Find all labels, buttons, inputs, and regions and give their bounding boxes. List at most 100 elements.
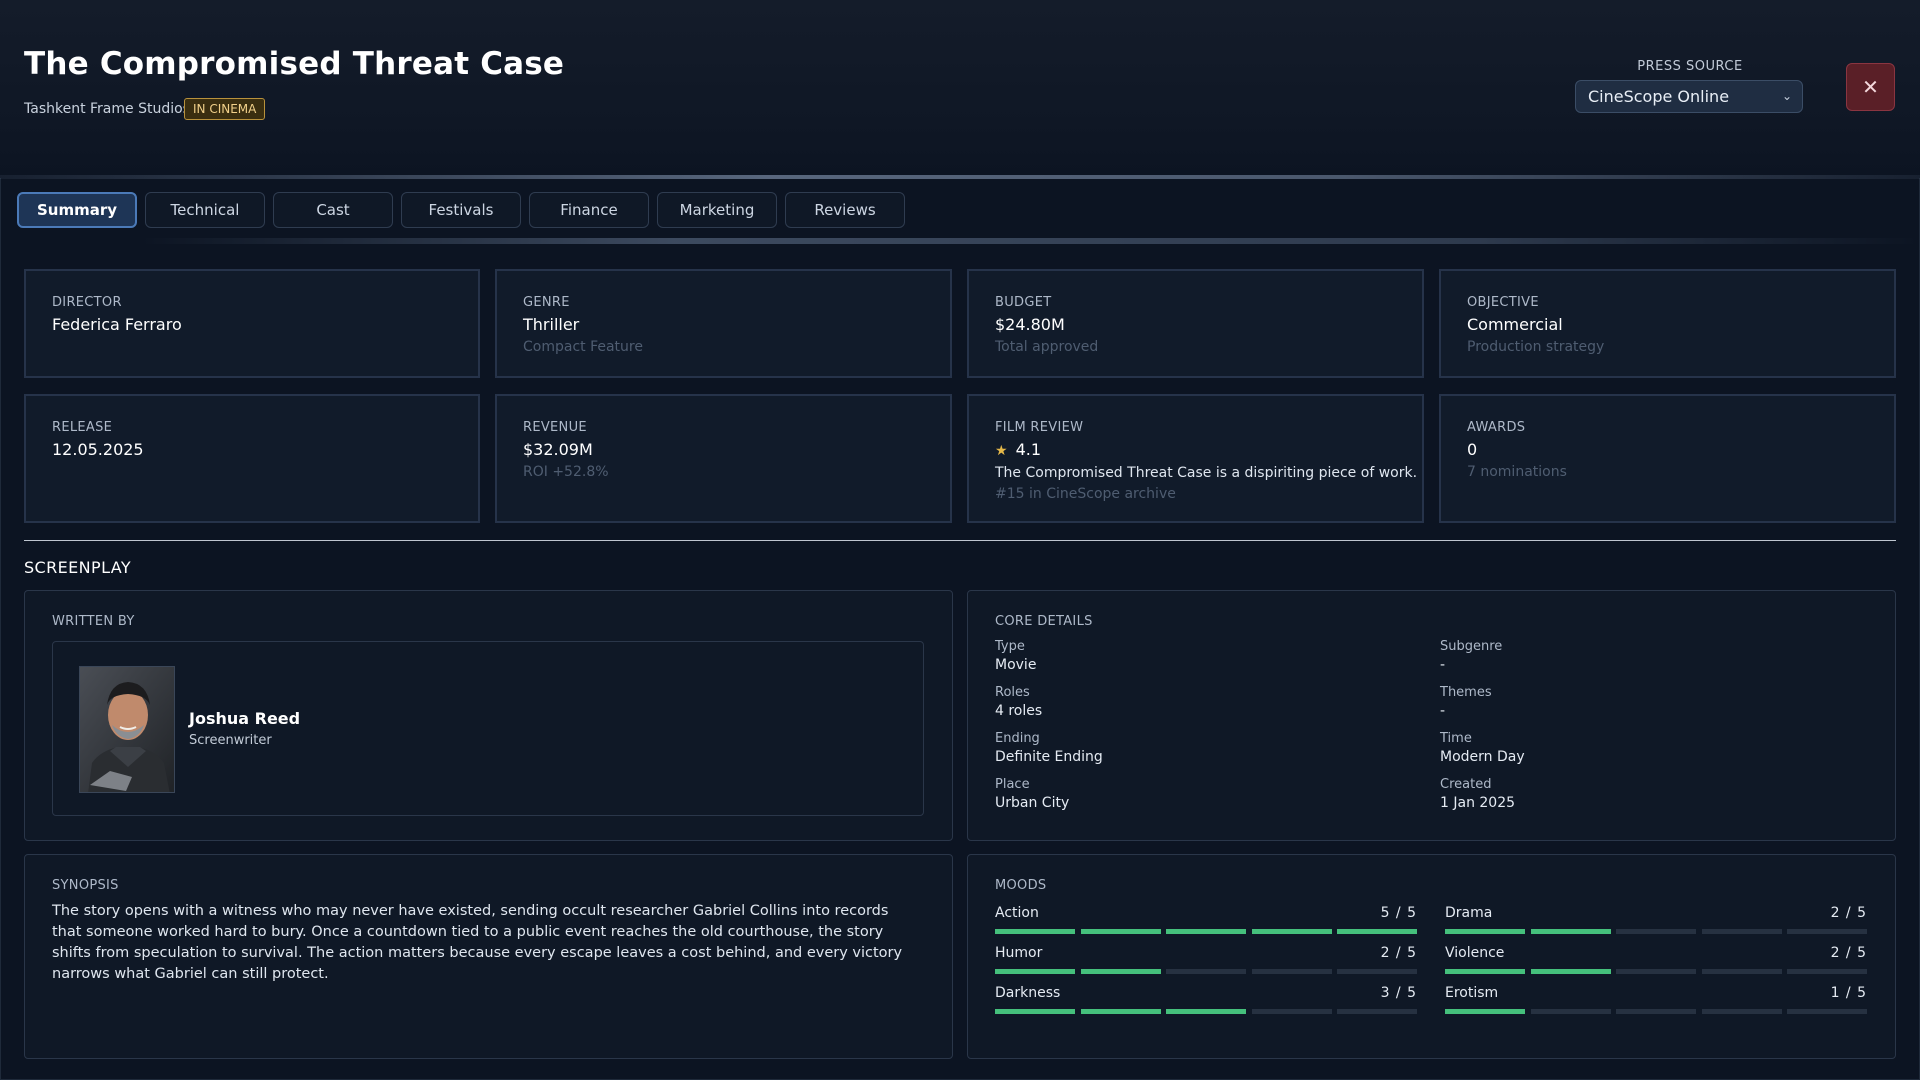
objective-card: OBJECTIVE Commercial Production strategy: [1439, 269, 1896, 378]
detail-value: Definite Ending: [995, 749, 1103, 765]
tabs-divider: [140, 238, 1920, 244]
detail-key: Time: [1440, 731, 1472, 746]
tab-cast[interactable]: Cast: [273, 192, 393, 228]
tab-reviews[interactable]: Reviews: [785, 192, 905, 228]
mood-segment-filled: [1337, 929, 1417, 934]
mood-bar: [1445, 929, 1867, 934]
moods-label: MOODS: [995, 878, 1047, 893]
detail-place: Place Urban City: [995, 777, 1069, 811]
tab-marketing[interactable]: Marketing: [657, 192, 777, 228]
detail-key: Themes: [1440, 685, 1492, 700]
mood-value: 2 / 5: [1830, 945, 1867, 961]
revenue-value: $32.09M: [523, 440, 593, 459]
press-source-value: CineScope Online: [1588, 87, 1730, 106]
detail-key: Roles: [995, 685, 1030, 700]
mood-violence: Violence 2 / 5: [1445, 945, 1867, 975]
mood-segment-empty: [1787, 929, 1867, 934]
mood-value: 5 / 5: [1380, 905, 1417, 921]
detail-value: Modern Day: [1440, 749, 1525, 765]
header-divider: [0, 175, 1920, 179]
awards-sub: 7 nominations: [1467, 464, 1567, 480]
director-value: Federica Ferraro: [52, 315, 182, 334]
mood-segment-empty: [1616, 929, 1696, 934]
release-card: RELEASE 12.05.2025: [24, 394, 480, 523]
tab-summary[interactable]: Summary: [17, 192, 137, 228]
mood-segment-empty: [1787, 1009, 1867, 1014]
detail-key: Ending: [995, 731, 1040, 746]
awards-value: 0: [1467, 440, 1478, 459]
genre-value: Thriller: [523, 315, 580, 334]
film-review-rating: ★ 4.1: [995, 440, 1041, 459]
detail-value: Movie: [995, 657, 1037, 673]
tab-finance[interactable]: Finance: [529, 192, 649, 228]
mood-bar: [995, 929, 1417, 934]
mood-segment-filled: [1080, 929, 1161, 934]
mood-segment-filled: [1080, 1009, 1161, 1014]
mood-bar: [995, 969, 1417, 974]
revenue-label: REVENUE: [523, 420, 587, 435]
mood-segment-filled: [995, 929, 1075, 934]
mood-bar: [1445, 1009, 1867, 1014]
mood-segment-empty: [1701, 1009, 1782, 1014]
director-card: DIRECTOR Federica Ferraro: [24, 269, 480, 378]
mood-segment-empty: [1701, 969, 1782, 974]
detail-key: Type: [995, 639, 1025, 654]
section-divider: [24, 540, 1896, 541]
revenue-card: REVENUE $32.09M ROI +52.8%: [495, 394, 952, 523]
mood-value: 3 / 5: [1380, 985, 1417, 1001]
press-source-select[interactable]: CineScope Online ⌄: [1575, 80, 1803, 113]
screenplay-title: SCREENPLAY: [24, 558, 132, 577]
tab-technical[interactable]: Technical: [145, 192, 265, 228]
film-review-label: FILM REVIEW: [995, 420, 1084, 435]
studio-name: Tashkent Frame Studios: [24, 101, 190, 117]
mood-darkness: Darkness 3 / 5: [995, 985, 1417, 1015]
detail-roles: Roles 4 roles: [995, 685, 1042, 719]
budget-value: $24.80M: [995, 315, 1065, 334]
mood-segment-empty: [1530, 1009, 1611, 1014]
mood-segment-filled: [1445, 929, 1525, 934]
mood-drama: Drama 2 / 5: [1445, 905, 1867, 935]
release-value: 12.05.2025: [52, 440, 144, 459]
mood-segment-empty: [1701, 929, 1782, 934]
mood-segment-filled: [995, 1009, 1075, 1014]
detail-value: Urban City: [995, 795, 1070, 811]
core-details-label: CORE DETAILS: [995, 614, 1093, 629]
mood-segment-filled: [1166, 929, 1246, 934]
star-icon: ★: [995, 443, 1008, 459]
budget-sub: Total approved: [995, 339, 1099, 355]
mood-segment-filled: [1445, 969, 1525, 974]
writer-photo: [80, 667, 174, 792]
mood-segment-empty: [1616, 969, 1696, 974]
core-details-panel: CORE DETAILS Type Movie Subgenre - Roles…: [967, 590, 1896, 841]
synopsis-text: The story opens with a witness who may n…: [52, 903, 903, 982]
writer-name: Joshua Reed: [189, 709, 301, 728]
detail-value: -: [1440, 657, 1446, 673]
rating-value: 4.1: [1015, 440, 1042, 459]
genre-card: GENRE Thriller Compact Feature: [495, 269, 952, 378]
close-button[interactable]: ✕: [1846, 63, 1895, 111]
budget-label: BUDGET: [995, 295, 1052, 310]
mood-name: Darkness: [995, 985, 1061, 1001]
revenue-sub: ROI +52.8%: [523, 464, 609, 480]
mood-segment-filled: [1251, 929, 1332, 934]
mood-segment-empty: [1337, 1009, 1417, 1014]
detail-key: Subgenre: [1440, 639, 1503, 654]
mood-segment-empty: [1251, 1009, 1332, 1014]
mood-bar: [995, 1009, 1417, 1014]
mood-value: 2 / 5: [1830, 905, 1867, 921]
detail-ending: Ending Definite Ending: [995, 731, 1103, 765]
mood-segment-empty: [1251, 969, 1332, 974]
objective-sub: Production strategy: [1467, 339, 1605, 355]
film-review-text: The Compromised Threat Case is a dispiri…: [995, 465, 1418, 481]
mood-segment-empty: [1787, 969, 1867, 974]
writer-card[interactable]: Joshua Reed Screenwriter: [52, 641, 924, 816]
mood-humor: Humor 2 / 5: [995, 945, 1417, 975]
status-badge: IN CINEMA: [184, 98, 266, 120]
mood-value: 1 / 5: [1830, 985, 1867, 1001]
detail-themes: Themes -: [1440, 685, 1492, 719]
tab-festivals[interactable]: Festivals: [401, 192, 521, 228]
mood-value: 2 / 5: [1380, 945, 1417, 961]
page-title: The Compromised Threat Case: [24, 46, 565, 82]
genre-label: GENRE: [523, 295, 570, 310]
written-by-label: WRITTEN BY: [52, 614, 135, 629]
